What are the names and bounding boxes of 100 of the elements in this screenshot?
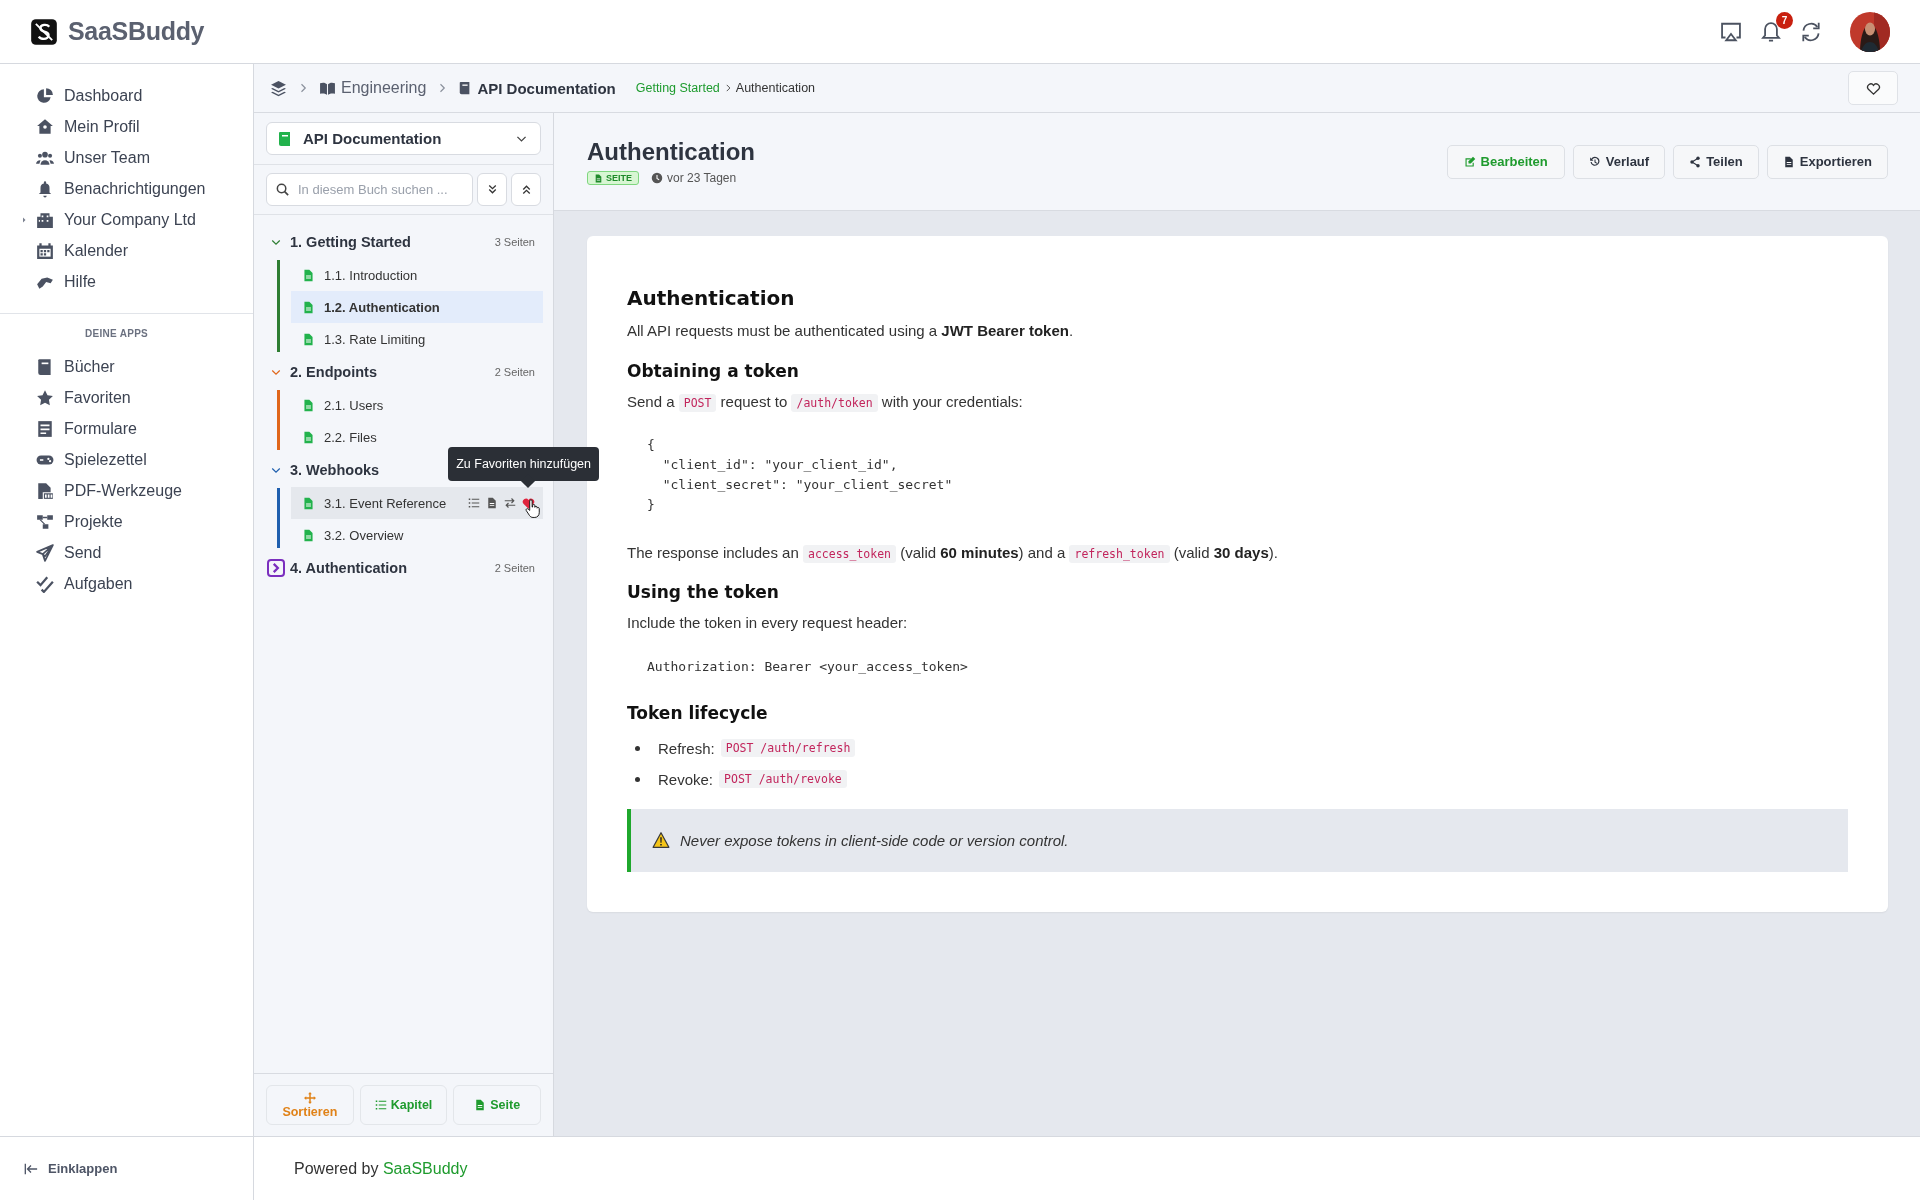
file-icon [302, 300, 315, 314]
file-icon [594, 173, 603, 183]
search-field[interactable]: In diesem Buch suchen ... [266, 173, 473, 206]
inline-code: /auth/token [791, 393, 878, 412]
list-item-text: Refresh: [658, 739, 715, 757]
code-text: Authorization: Bearer <your_access_token> [646, 657, 969, 676]
nav-item[interactable]: PDF-Werkzeuge [28, 475, 253, 506]
bullet [635, 776, 640, 782]
chapter-item[interactable]: 4. Authentication 2 Seiten [268, 551, 543, 585]
file-icon [302, 332, 315, 346]
section-heading: Token lifecycle [627, 702, 769, 723]
refresh-icon [1800, 20, 1822, 43]
history-button[interactable]: Verlauf [1572, 144, 1666, 179]
section-heading: Obtaining a token [627, 360, 800, 381]
paragraph: Include the token in every request header: [627, 613, 909, 634]
inline-code: POST [678, 393, 717, 412]
history-icon [1588, 155, 1601, 168]
list-item-text: Revoke: [658, 770, 714, 788]
page-count: 2 Seiten [494, 366, 535, 378]
callout-text: Never expose tokens in client-side code or version control. [680, 831, 1069, 849]
share-button[interactable]: Teilen [1673, 144, 1759, 179]
page-item[interactable]: 3.1. Event Reference [291, 487, 543, 519]
inline-code: access_token [802, 544, 897, 563]
expand-toggle[interactable] [267, 559, 285, 577]
swap-icon [504, 497, 516, 509]
building-icon [36, 210, 54, 229]
nav-item[interactable]: Unser Team [28, 142, 253, 173]
collapse-all-button[interactable] [511, 173, 541, 206]
move-arrows-icon [303, 1091, 316, 1104]
inline-code: POST /auth/refresh [720, 739, 856, 758]
list-icon [374, 1099, 387, 1111]
home-link[interactable] [270, 79, 287, 97]
logo-icon [30, 17, 58, 46]
file-icon [302, 268, 315, 282]
share-icon [1689, 155, 1702, 168]
brand-name: SaaSBuddy [68, 17, 205, 46]
footer-link[interactable]: SaaSBuddy [382, 1159, 468, 1177]
page-item[interactable]: 3.2. Overview [291, 519, 543, 551]
export-button[interactable]: Exportieren [1766, 144, 1888, 179]
book-icon [277, 130, 293, 147]
section-heading: Using the token [627, 582, 780, 603]
bell-icon [36, 179, 54, 198]
bell-icon [1760, 20, 1782, 43]
nav-item[interactable]: Hilfe [28, 266, 253, 297]
file-icon [474, 1099, 487, 1111]
inline-code: refresh_token [1069, 544, 1170, 563]
paragraph: Send a POST request to /auth/token with your credentials: [627, 391, 1024, 413]
nav-item[interactable]: Bücher [28, 351, 253, 382]
pdf-file-icon [36, 481, 54, 500]
bullet [635, 745, 640, 751]
breadcrumb-link[interactable]: Getting Started [635, 81, 720, 95]
nav-item[interactable]: Aufgaben [28, 568, 253, 599]
nav-item[interactable]: Favoriten [28, 382, 253, 413]
inline-code: POST /auth/revoke [719, 770, 847, 789]
nav-item[interactable]: Projekte [28, 506, 253, 537]
pie-chart-icon [36, 86, 54, 105]
page-count: 2 Seiten [494, 562, 535, 574]
breadcrumb-link[interactable]: Engineering [319, 79, 427, 97]
chapter-item[interactable]: 2. Endpoints 2 Seiten [268, 355, 543, 389]
collapse-icon [24, 1161, 38, 1176]
nav-item[interactable]: Send [28, 537, 253, 568]
search-icon [275, 182, 290, 197]
code-text: { "client_id": "your_client_id", "client_secret": "your_client_secret" } [646, 436, 954, 515]
file-icon [302, 496, 315, 510]
notification-badge: 7 [1776, 11, 1793, 29]
section-title: DEINE APPS [83, 328, 150, 339]
layers-icon [270, 79, 287, 97]
page-item[interactable]: 1.2. Authentication [291, 291, 543, 323]
book-select[interactable]: API Documentation [266, 122, 541, 155]
expand-all-button[interactable] [477, 173, 507, 206]
nav-item[interactable]: Your Company Ltd [28, 204, 253, 235]
collapse-button[interactable]: Einklappen [24, 1161, 118, 1176]
nav-item[interactable]: Formulare [28, 413, 253, 444]
file-icon [302, 430, 315, 444]
hand-cursor-icon [525, 498, 540, 519]
page-title: Authentication [587, 138, 755, 166]
favorite-button[interactable] [1848, 71, 1898, 105]
heart-icon [1865, 80, 1881, 96]
nav-item[interactable]: Benachrichtigungen [28, 173, 253, 204]
paragraph: The response includes an access_token (valid 60 minutes) and a refresh_token (valid 30 days). [627, 542, 1279, 565]
file-icon [302, 398, 315, 412]
page-item[interactable]: 1.1. Introduction [291, 259, 543, 291]
breadcrumb-link[interactable]: API Documentation [458, 79, 616, 97]
nav-item[interactable]: Kalender [28, 235, 253, 266]
cast-icon [1720, 20, 1742, 43]
page-item[interactable]: 1.3. Rate Limiting [291, 323, 543, 355]
nav-item[interactable]: Dashboard [28, 80, 253, 111]
book-icon [36, 357, 54, 376]
chapter-item[interactable]: 1. Getting Started 3 Seiten [268, 225, 543, 259]
updated-time: vor 23 Tagen [651, 171, 737, 185]
tooltip: Zu Favoriten hinzufügen [448, 447, 599, 481]
nav-item[interactable]: Mein Profil [28, 111, 253, 142]
double-check-icon [36, 574, 54, 593]
page-badge: SEITE [587, 171, 639, 185]
page-count: 3 Seiten [494, 236, 535, 248]
file-icon [486, 497, 498, 509]
page-item[interactable]: 2.1. Users [291, 389, 543, 421]
nav-item[interactable]: Spielezettel [28, 444, 253, 475]
paragraph: All API requests must be authenticated using a JWT Bearer token. [627, 321, 1075, 341]
house-icon [36, 117, 54, 136]
